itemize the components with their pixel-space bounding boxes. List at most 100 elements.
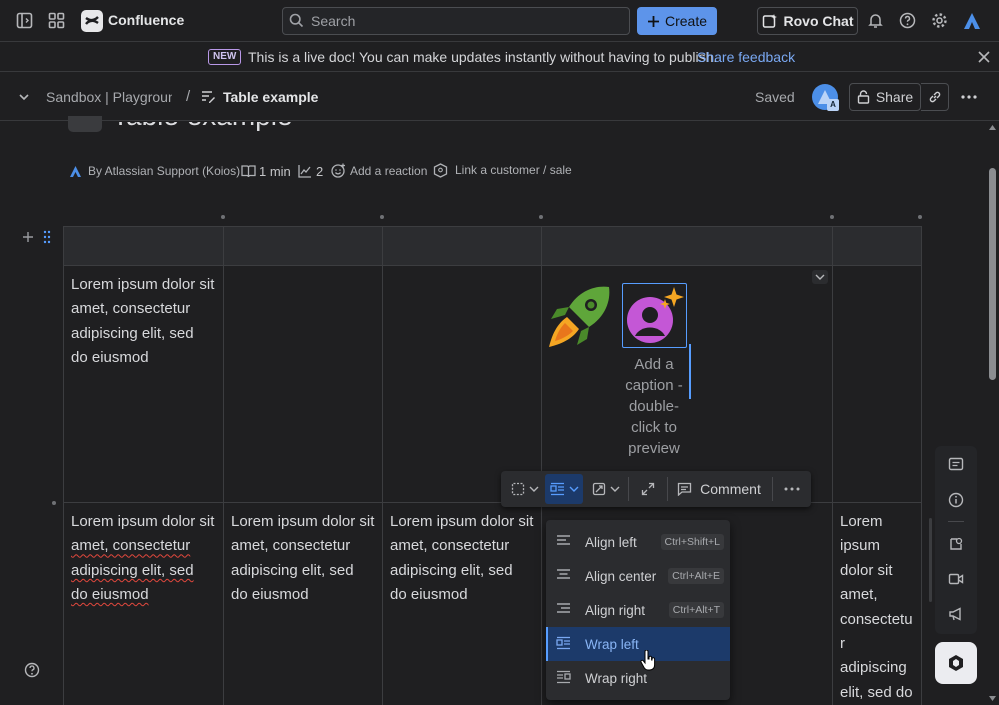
insert-row-plus-icon[interactable]: [22, 231, 34, 243]
copy-link-button[interactable]: [921, 83, 949, 111]
image-caption[interactable]: Add a caption - double- click to preview: [614, 354, 694, 459]
link-customer-button[interactable]: Link a customer / sale: [455, 163, 572, 177]
cell-options-chevron-icon[interactable]: [812, 270, 828, 284]
column-handle[interactable]: [539, 215, 543, 219]
customer-icon: [433, 163, 448, 178]
view-count[interactable]: 2: [316, 164, 323, 179]
share-label: Share: [875, 89, 914, 105]
inner-scrollbar[interactable]: [929, 518, 932, 602]
fullscreen-button[interactable]: [631, 471, 665, 507]
menu-item-wrap-right[interactable]: Wrap right: [546, 661, 730, 695]
row-handle[interactable]: [52, 501, 56, 505]
more-icon: [784, 486, 800, 492]
cell-text: Lorem ipsum dolor sit amet, consectetur …: [231, 513, 375, 604]
rovo-chat-button[interactable]: Rovo Chat: [757, 7, 858, 35]
toolbar-divider: [667, 477, 668, 501]
close-icon[interactable]: [977, 50, 991, 64]
column-handle[interactable]: [221, 215, 225, 219]
scroll-down-arrow-icon[interactable]: [988, 695, 997, 702]
hexagon-icon: [948, 654, 964, 672]
bell-icon[interactable]: [867, 12, 884, 29]
table-cell[interactable]: [382, 265, 542, 503]
menu-item-align-left[interactable]: Align left Ctrl+Shift+L: [546, 525, 730, 559]
menu-item-label: Align right: [585, 602, 646, 618]
app-switcher-icon[interactable]: [48, 12, 65, 29]
share-button[interactable]: Share: [849, 83, 921, 111]
page-icon: [200, 89, 216, 105]
rocket-icon[interactable]: [547, 283, 613, 349]
align-left-icon: [556, 534, 571, 548]
shortcut-hint: Ctrl+Shift+L: [660, 534, 724, 550]
app-name[interactable]: Confluence: [108, 12, 184, 28]
comment-icon: [677, 482, 692, 496]
settings-icon[interactable]: [931, 12, 948, 29]
create-button[interactable]: Create: [637, 7, 717, 35]
new-badge: NEW: [208, 49, 242, 65]
scroll-up-arrow-icon[interactable]: [988, 124, 997, 131]
table-header-cell[interactable]: [63, 226, 224, 266]
alignment-menu: Align left Ctrl+Shift+L Align center Ctr…: [546, 520, 730, 700]
breadcrumb-space[interactable]: Sandbox | Playground: [46, 89, 172, 105]
comment-panel-icon[interactable]: [948, 457, 964, 473]
confluence-logo-icon[interactable]: [81, 10, 103, 32]
chart-icon: [298, 164, 312, 178]
scrollbar-thumb[interactable]: [989, 168, 996, 380]
save-status: Saved: [755, 89, 795, 105]
video-icon[interactable]: [948, 571, 964, 587]
more-icon[interactable]: [960, 89, 978, 105]
page-title[interactable]: Table example: [112, 122, 412, 132]
megaphone-icon[interactable]: [948, 606, 964, 622]
menu-item-align-center[interactable]: Align center Ctrl+Alt+E: [546, 559, 730, 593]
table-header-cell[interactable]: [223, 226, 383, 266]
loom-icon[interactable]: [948, 536, 964, 552]
toolbar-divider: [628, 477, 629, 501]
cell-text: Lorem ipsum dolor sit amet, consectetur …: [71, 276, 215, 367]
avatar-badge: A: [827, 99, 839, 111]
image-alignment-dropdown[interactable]: [545, 474, 583, 504]
create-label: Create: [664, 13, 708, 29]
menu-item-wrap-left[interactable]: Wrap left: [546, 627, 730, 661]
column-handle[interactable]: [918, 215, 922, 219]
shortcut-hint: Ctrl+Alt+E: [668, 568, 724, 584]
page-emoji[interactable]: [68, 116, 102, 132]
rail-divider: [948, 521, 964, 522]
menu-item-label: Wrap right: [585, 670, 648, 686]
info-icon[interactable]: [948, 492, 964, 508]
plus-icon: [647, 15, 660, 28]
breadcrumb-page-title[interactable]: Table example: [223, 89, 318, 105]
table-header-cell[interactable]: [832, 226, 922, 266]
page-byline[interactable]: By Atlassian Support (Koios): [88, 164, 240, 178]
image-border-dropdown[interactable]: [505, 471, 545, 507]
search-icon: [289, 13, 304, 28]
emoji-icon[interactable]: [331, 163, 346, 178]
help-icon[interactable]: [899, 12, 916, 29]
menu-item-align-right[interactable]: Align right Ctrl+Alt+T: [546, 593, 730, 627]
wrap-left-icon: [549, 482, 565, 496]
table-header-cell[interactable]: [382, 226, 542, 266]
cell-text: Lorem ipsum dolor sit amet, consectetu r…: [840, 513, 913, 701]
sidebar-toggle-icon[interactable]: [16, 12, 33, 29]
lock-icon: [857, 90, 870, 104]
comment-button[interactable]: Comment: [673, 471, 765, 507]
search-placeholder: Search: [311, 13, 356, 29]
rovo-chat-label: Rovo Chat: [783, 13, 854, 29]
menu-item-label: Align center: [585, 568, 657, 584]
add-reaction-button[interactable]: Add a reaction: [350, 164, 427, 178]
image-size-dropdown[interactable]: [587, 471, 625, 507]
drag-handle-icon[interactable]: [43, 230, 51, 244]
chevron-down-icon: [610, 485, 620, 493]
more-options-button[interactable]: [777, 471, 807, 507]
share-feedback-link[interactable]: Share feedback: [697, 49, 795, 65]
rovo-agent-button[interactable]: [935, 642, 977, 684]
column-handle[interactable]: [830, 215, 834, 219]
chevron-down-icon[interactable]: [17, 90, 31, 104]
selected-image[interactable]: [622, 283, 687, 348]
table-header-cell[interactable]: [541, 226, 833, 266]
column-handle[interactable]: [380, 215, 384, 219]
atlassian-logo-icon[interactable]: [963, 12, 981, 30]
table-cell[interactable]: [223, 265, 383, 503]
table-cell[interactable]: [832, 265, 922, 503]
help-icon[interactable]: [24, 662, 40, 678]
atlassian-author-icon: [69, 165, 82, 178]
hand-cursor-icon: [640, 650, 656, 672]
